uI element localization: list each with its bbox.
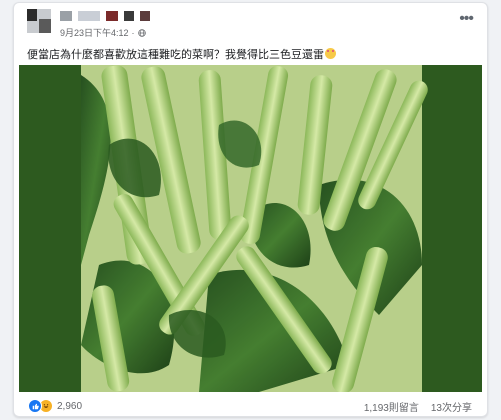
post-timestamp[interactable]: 9月23日下午4:12	[60, 26, 129, 39]
post-header: 9月23日下午4:12 · •••	[14, 3, 487, 43]
post-meta: 9月23日下午4:12 ·	[60, 26, 146, 39]
globe-icon	[137, 28, 146, 37]
more-icon[interactable]: •••	[459, 11, 474, 27]
comments-count[interactable]: 1,193則留言	[364, 399, 419, 414]
reaction-count: 2,960	[57, 400, 83, 412]
emoji-icon	[325, 48, 336, 59]
post-text: 便當店為什麼都喜歡放這種難吃的菜啊？我覺得比三色豆還雷	[27, 46, 336, 62]
reactions[interactable]: 2,960	[28, 399, 82, 413]
post-image[interactable]	[19, 65, 482, 392]
post-stats: 1,193則留言 13次分享	[364, 399, 472, 414]
meta-separator: ·	[131, 27, 135, 38]
post-text-content: 便當店為什麼都喜歡放這種難吃的菜啊？我覺得比三色豆還雷	[27, 49, 324, 61]
post-footer: 2,960 1,193則留言 13次分享	[14, 395, 487, 415]
vegetable-photo	[19, 65, 482, 392]
post-card: 9月23日下午4:12 · ••• 便當店為什麼都喜歡放這種難吃的菜啊？我覺得比…	[13, 2, 488, 417]
like-reaction-icon	[28, 399, 42, 413]
author-name-redacted[interactable]	[60, 11, 150, 23]
avatar[interactable]	[27, 9, 51, 33]
shares-count[interactable]: 13次分享	[431, 399, 472, 414]
